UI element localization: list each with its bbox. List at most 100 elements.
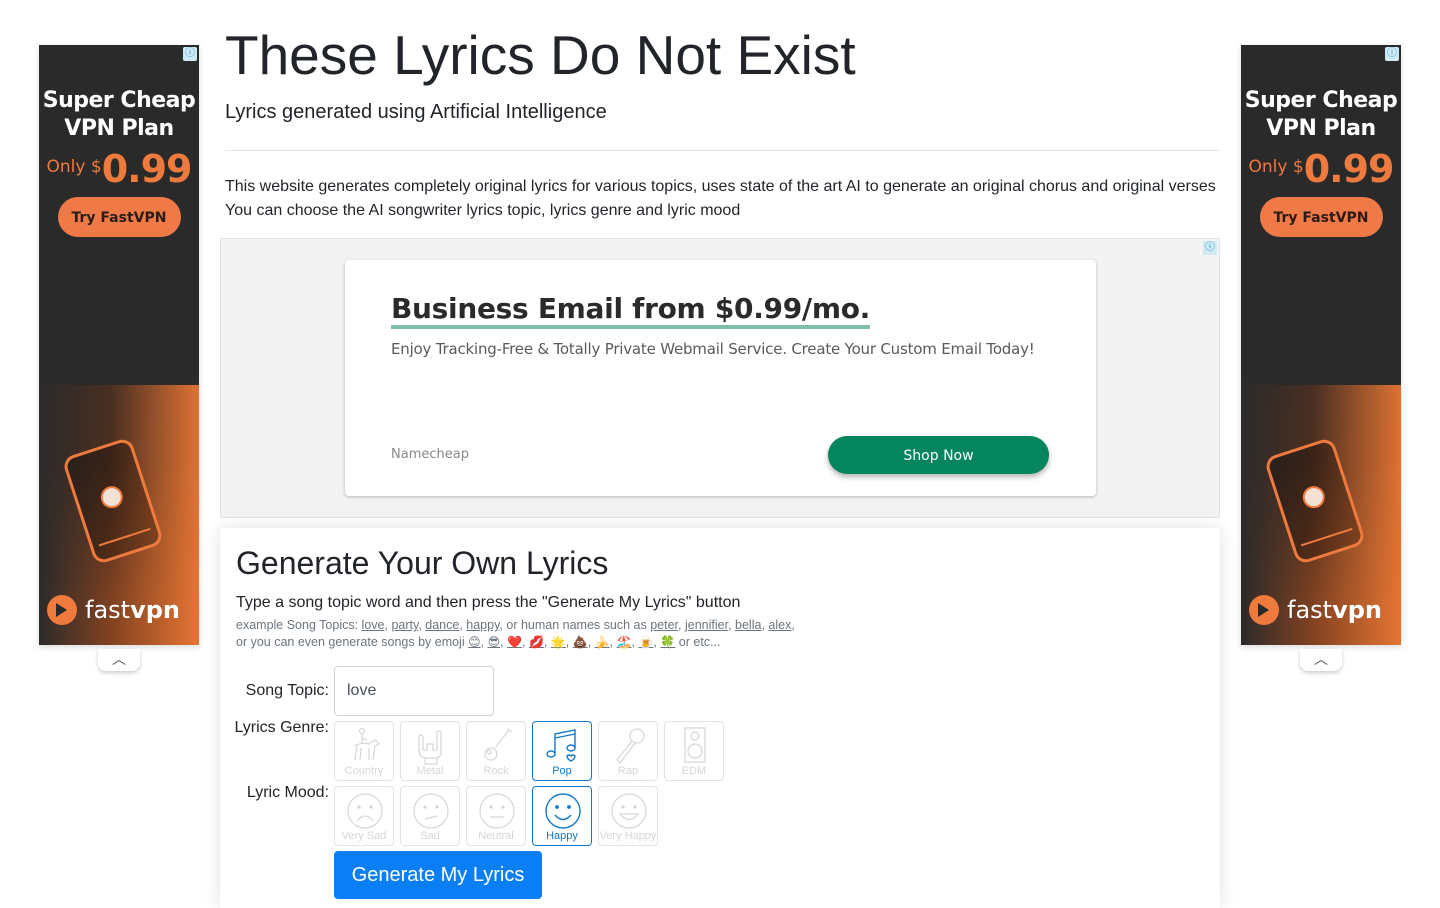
example-emoji-link[interactable]: 🍀 (660, 635, 675, 649)
shop-now-button[interactable]: Shop Now (828, 436, 1049, 474)
vpn-headline-line2: VPN Plan (64, 116, 174, 141)
intro-line-1: This website generates completely origin… (225, 178, 1216, 195)
vpn-price-value: 0.99 (1303, 147, 1395, 191)
genre-options: Country Metal Rock Pop Rap EDM (334, 721, 724, 781)
banner-description: Enjoy Tracking-Free & Totally Private We… (391, 340, 1035, 358)
happy-face-icon (545, 793, 581, 829)
banner-brand[interactable]: Namecheap (391, 447, 469, 462)
very-happy-face-icon (611, 793, 647, 829)
generator-title: Generate Your Own Lyrics (236, 545, 609, 581)
genre-option-pop[interactable]: Pop (532, 721, 592, 781)
mood-option-label: Very Happy (599, 830, 657, 842)
mood-option-very-sad[interactable]: Very Sad (334, 786, 394, 846)
play-icon (1299, 483, 1328, 512)
mood-option-very-happy[interactable]: Very Happy (598, 786, 658, 846)
try-fastvpn-button[interactable]: Try FastVPN (1259, 197, 1383, 237)
brand-bold: vpn (1332, 596, 1382, 624)
genre-option-label: Pop (552, 765, 572, 777)
lyric-mood-label: Lyric Mood: (246, 784, 329, 801)
mood-option-happy[interactable]: Happy (532, 786, 592, 846)
guitar-icon (484, 728, 513, 761)
fastvpn-logo: fastvpn (1249, 595, 1382, 625)
genre-option-metal[interactable]: Metal (400, 721, 460, 781)
banner-ad[interactable]: ⓘ Business Email from $0.99/mo. Enjoy Tr… (220, 238, 1220, 518)
example-topic-link[interactable]: party (391, 618, 418, 632)
names-prefix: , or human names such as (499, 618, 651, 632)
try-fastvpn-button[interactable]: Try FastVPN (57, 197, 181, 237)
example-emoji-link[interactable]: 🍌 (595, 635, 610, 649)
ad-info-icon[interactable]: ⓘ (1385, 47, 1399, 61)
examples-prefix: example Song Topics: (236, 618, 362, 632)
song-topic-input[interactable] (334, 666, 494, 716)
example-emoji-link[interactable]: 💩 (573, 635, 588, 649)
examples-line-2: or you can even generate songs by emoji … (236, 635, 721, 649)
example-name-link[interactable]: bella (735, 618, 761, 632)
collapse-ad-button[interactable]: ︿ (98, 649, 140, 671)
genre-option-label: EDM (681, 765, 707, 777)
side-ad-left[interactable]: ⓘ Super Cheap VPN Plan Only $0.99 Try Fa… (39, 45, 199, 645)
genre-option-rap[interactable]: Rap (598, 721, 658, 781)
genre-option-label: Country (344, 765, 384, 777)
genre-option-edm[interactable]: EDM (664, 721, 724, 781)
generator-instructions: Type a song topic word and then press th… (236, 594, 741, 611)
ad-info-icon[interactable]: ⓘ (183, 47, 197, 61)
example-name-link[interactable]: peter (650, 618, 678, 632)
example-name-link[interactable]: alex (768, 618, 791, 632)
banner-ad-card[interactable]: Business Email from $0.99/mo. Enjoy Trac… (345, 260, 1096, 496)
brand-light: fast (1287, 596, 1333, 624)
mood-option-label: Sad (420, 830, 440, 842)
side-ad-right[interactable]: ⓘ Super Cheap VPN Plan Only $0.99 Try Fa… (1241, 45, 1401, 645)
example-topic-link[interactable]: happy (466, 618, 499, 632)
intro-line-2: You can choose the AI songwriter lyrics … (225, 202, 741, 219)
chevron-up-icon: ︿ (1314, 651, 1328, 667)
example-emoji-link[interactable]: 🌟 (551, 635, 566, 649)
mood-option-sad[interactable]: Sad (400, 786, 460, 846)
page-subtitle: Lyrics generated using Artificial Intell… (225, 101, 607, 123)
genre-option-country[interactable]: Country (334, 721, 394, 781)
vpn-headline-line2: VPN Plan (1266, 116, 1376, 141)
play-icon (97, 483, 126, 512)
example-emoji-link[interactable]: ❤️ (507, 635, 522, 649)
ad-info-icon[interactable]: ⓘ (1203, 241, 1217, 255)
vpn-price-prefix: Only $ (1248, 157, 1304, 177)
example-emoji-link[interactable]: 💋 (529, 635, 544, 649)
fastvpn-logo: fastvpn (47, 595, 180, 625)
generator-card: Generate Your Own Lyrics Type a song top… (220, 528, 1220, 908)
example-topic-link[interactable]: love (362, 618, 385, 632)
vpn-headline: Super Cheap VPN Plan (1241, 87, 1401, 143)
vpn-headline: Super Cheap VPN Plan (39, 87, 199, 143)
example-emoji-link[interactable]: 🏖️ (617, 635, 632, 649)
generate-lyrics-button[interactable]: Generate My Lyrics (334, 851, 542, 899)
example-name-link[interactable]: jennifier (685, 618, 728, 632)
phone-illustration-icon (61, 436, 165, 566)
music-notes-icon (546, 729, 576, 762)
mood-option-label: Happy (546, 830, 578, 842)
sad-face-icon (413, 793, 449, 829)
brand-bold: vpn (130, 596, 180, 624)
lyrics-genre-label: Lyrics Genre: (234, 719, 329, 736)
genre-option-rock[interactable]: Rock (466, 721, 526, 781)
phone-illustration-icon (1263, 436, 1367, 566)
genre-option-label: Metal (416, 765, 444, 777)
vpn-price-value: 0.99 (101, 147, 193, 191)
example-emoji-link[interactable]: 🍺 (638, 635, 653, 649)
banner-headline[interactable]: Business Email from $0.99/mo. (391, 294, 870, 329)
very-sad-face-icon (347, 793, 383, 829)
genre-option-label: Rock (483, 765, 509, 777)
example-emoji-link[interactable]: 😊 (468, 635, 481, 649)
mood-option-neutral[interactable]: Neutral (466, 786, 526, 846)
genre-option-label: Rap (617, 765, 639, 777)
microphone-icon (616, 728, 645, 764)
emoji-suffix: or etc... (675, 635, 721, 649)
phone-bar (1300, 527, 1353, 547)
collapse-ad-button[interactable]: ︿ (1300, 649, 1342, 671)
example-emoji-link[interactable]: 😎 (488, 635, 501, 649)
fastvpn-logo-icon (1249, 595, 1279, 625)
neutral-face-icon (479, 793, 515, 829)
vpn-price-prefix: Only $ (46, 157, 102, 177)
rock-hand-icon (418, 730, 442, 765)
example-topic-link[interactable]: dance (425, 618, 459, 632)
vpn-price: Only $0.99 (39, 147, 199, 191)
speaker-icon (684, 727, 706, 763)
brand-light: fast (85, 596, 131, 624)
